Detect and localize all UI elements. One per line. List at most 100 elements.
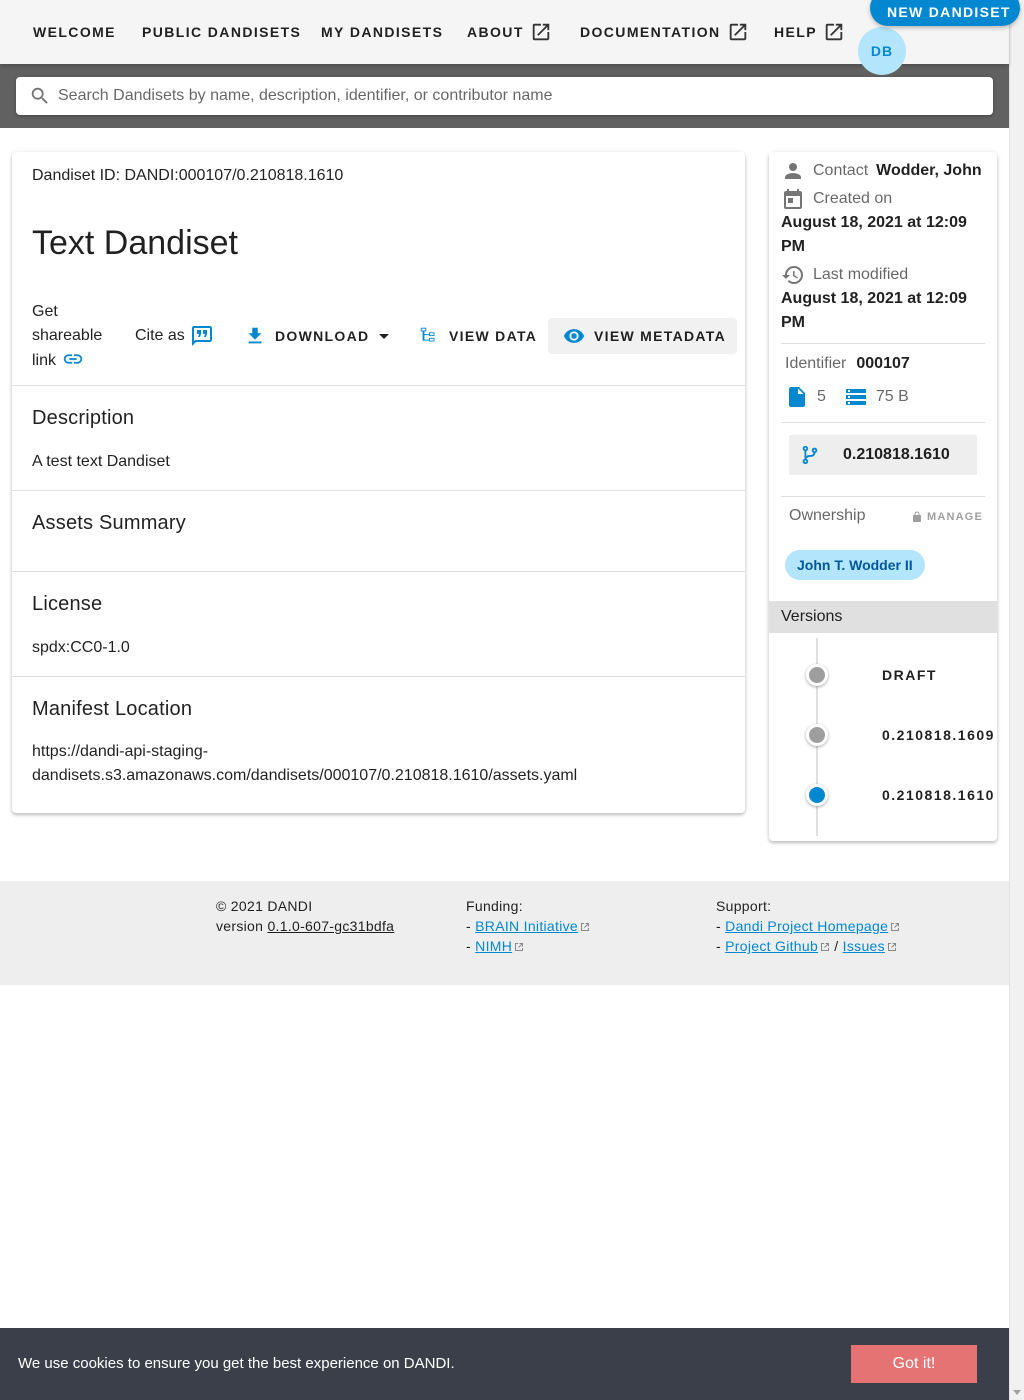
- copyright-text: © 2021 DANDI: [216, 898, 313, 914]
- current-version-label: 0.210818.1610: [843, 446, 950, 463]
- open-in-new-icon: [729, 23, 746, 41]
- search-field[interactable]: [16, 77, 993, 115]
- nav-welcome[interactable]: WELCOME: [33, 0, 116, 64]
- version-link[interactable]: 0.1.0-607-gc31bdfa: [267, 918, 394, 934]
- cite-as-label: Cite as: [135, 327, 185, 344]
- support-item: - Dandi Project Homepage: [716, 916, 900, 936]
- manifest-url: https://dandi-api-staging-dandisets.s3.a…: [32, 743, 578, 784]
- version-dot-draft: [806, 664, 828, 686]
- view-data-button[interactable]: VIEW DATA: [418, 318, 537, 354]
- ownership-row: Ownership: [789, 507, 865, 525]
- file-icon: [789, 387, 805, 407]
- dandiset-info-card: Contact Wodder, John Created on August 1…: [769, 152, 997, 841]
- funding-label: Funding:: [466, 898, 523, 914]
- external-link-icon: [821, 943, 830, 951]
- versions-label: Versions: [781, 608, 843, 625]
- versions-heading: Versions: [769, 601, 997, 633]
- version-item-0-210818-1609[interactable]: 0.210818.1609: [882, 727, 995, 743]
- search-input[interactable]: [58, 87, 958, 105]
- created-row: Created on: [781, 187, 892, 211]
- new-dandiset-label: NEW DANDISET: [887, 4, 1011, 20]
- nav-documentation[interactable]: DOCUMENTATION: [580, 0, 749, 64]
- version-item-draft[interactable]: DRAFT: [882, 667, 937, 683]
- version-item-0-210818-1610[interactable]: 0.210818.1610: [882, 787, 995, 803]
- external-link-icon: [887, 943, 896, 951]
- footer: © 2021 DANDI version 0.1.0-607-gc31bdfa …: [0, 881, 1009, 985]
- chevron-down-icon: [379, 333, 390, 339]
- modified-row: Last modified: [781, 263, 908, 287]
- view-metadata-button[interactable]: VIEW METADATA: [548, 318, 737, 354]
- total-size: 75 B: [875, 388, 909, 405]
- nav-help[interactable]: HELP: [774, 0, 845, 64]
- modified-date: August 18, 2021 at 12:09 PM: [781, 290, 967, 331]
- footer-support: Support: - Dandi Project Homepage - Proj…: [716, 896, 900, 956]
- scrollbar[interactable]: [1009, 0, 1024, 1400]
- divider: [781, 343, 985, 344]
- cookie-message: We use cookies to ensure you get the bes…: [18, 1355, 455, 1372]
- current-version-chip[interactable]: 0.210818.1610: [789, 435, 977, 475]
- description-text: A test text Dandiset: [32, 453, 170, 470]
- cite-as-button[interactable]: Cite as: [135, 324, 214, 348]
- nav-documentation-label: DOCUMENTATION: [580, 24, 721, 40]
- scroll-down-icon[interactable]: [1013, 1390, 1021, 1395]
- ownership-label: Ownership: [789, 507, 866, 524]
- dandiset-id: Dandiset ID: DANDI:000107/0.210818.1610: [32, 167, 344, 184]
- external-link-icon: [891, 923, 900, 931]
- view-metadata-label: VIEW METADATA: [594, 328, 726, 344]
- shareable-link-button[interactable]: Get shareable link: [32, 300, 112, 373]
- version-line: version 0.1.0-607-gc31bdfa: [216, 916, 394, 936]
- nav-about[interactable]: ABOUT: [467, 0, 552, 64]
- nav-public-dandisets-label: PUBLIC DANDISETS: [142, 24, 302, 40]
- issues-link[interactable]: Issues: [843, 938, 885, 954]
- contact-value: Wodder, John: [876, 162, 982, 179]
- app-bar: WELCOME PUBLIC DANDISETS MY DANDISETS AB…: [0, 0, 1020, 75]
- source-branch-icon: [802, 445, 818, 465]
- storage-icon: [845, 389, 866, 405]
- avatar-initials: DB: [870, 43, 894, 59]
- open-in-new-icon: [532, 23, 550, 41]
- link-icon: [63, 354, 83, 364]
- lock-icon: [913, 511, 921, 522]
- format-quote-icon: [191, 326, 212, 346]
- license-heading: License: [32, 593, 103, 615]
- nav-public-dandisets[interactable]: PUBLIC DANDISETS: [142, 0, 301, 64]
- nav-my-dandisets[interactable]: MY DANDISETS: [321, 0, 443, 64]
- nav-help-label: HELP: [774, 24, 817, 40]
- file-count: 5: [817, 388, 826, 405]
- identifier-label: Identifier: [785, 355, 847, 372]
- created-label: Created on: [813, 190, 893, 207]
- owner-name: John T. Wodder II: [797, 557, 913, 573]
- version-prefix: version: [216, 918, 264, 934]
- cookie-accept-button[interactable]: Got it!: [851, 1345, 977, 1383]
- dandiset-title: Text Dandiset: [32, 224, 238, 262]
- nav-my-dandisets-label: MY DANDISETS: [321, 24, 444, 40]
- contact-label: Contact: [813, 162, 869, 179]
- file-tree-icon: [420, 327, 435, 342]
- person-icon: [785, 163, 801, 179]
- footer-funding: Funding: - BRAIN Initiative - NIMH: [466, 896, 590, 956]
- funding-item: - BRAIN Initiative: [466, 916, 590, 936]
- brain-initiative-link[interactable]: BRAIN Initiative: [475, 918, 578, 934]
- divider: [781, 422, 985, 423]
- project-github-link[interactable]: Project Github: [725, 938, 818, 954]
- divider: [781, 496, 985, 497]
- view-data-label: VIEW DATA: [449, 328, 538, 344]
- dandi-homepage-link[interactable]: Dandi Project Homepage: [725, 918, 888, 934]
- license-section: License spdx:CC0-1.0: [12, 571, 745, 676]
- new-dandiset-button[interactable]: NEW DANDISET: [870, 0, 1020, 26]
- contact-row: Contact Wodder, John: [781, 159, 982, 183]
- download-button[interactable]: DOWNLOAD: [242, 318, 390, 354]
- modified-label: Last modified: [813, 266, 909, 283]
- external-link-icon: [581, 923, 589, 931]
- user-avatar[interactable]: DB: [858, 27, 906, 75]
- version-dot-0-210818-1610: [806, 784, 828, 806]
- owner-chip[interactable]: John T. Wodder II: [785, 550, 925, 580]
- footer-about: © 2021 DANDI version 0.1.0-607-gc31bdfa: [216, 896, 394, 936]
- stats-row: 5 75 B: [785, 385, 909, 409]
- external-link-icon: [515, 943, 524, 951]
- history-icon: [782, 266, 803, 284]
- nimh-link[interactable]: NIMH: [475, 938, 512, 954]
- manage-owners-button[interactable]: MANAGE: [911, 511, 983, 523]
- manage-label: MANAGE: [927, 511, 984, 523]
- description-section: Description A test text Dandiset: [12, 385, 745, 490]
